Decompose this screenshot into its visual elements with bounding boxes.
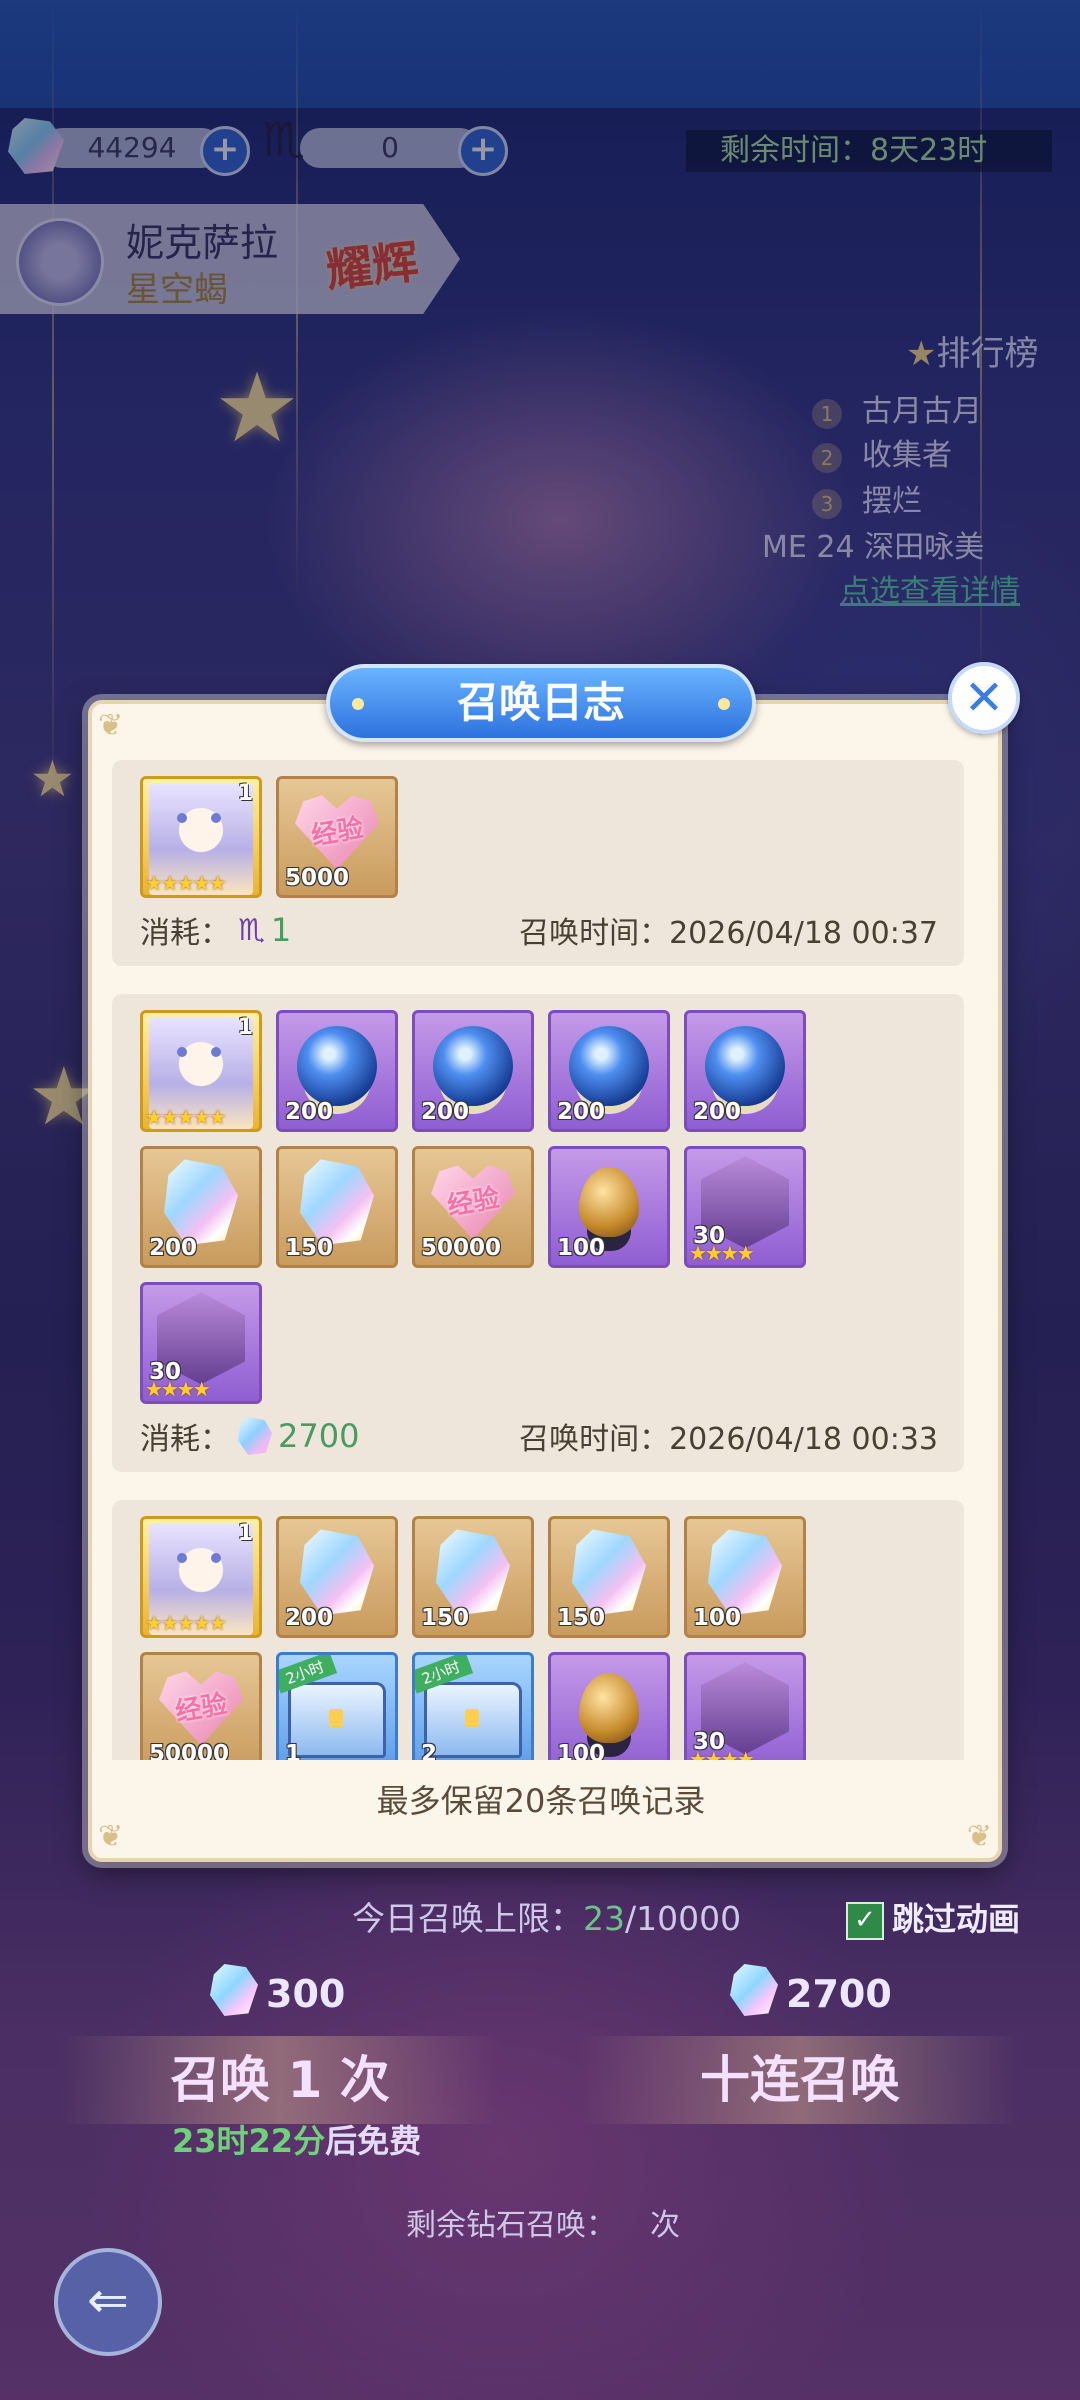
reward-item-crystal[interactable]: 200 (276, 1516, 398, 1638)
item-quantity: 150 (421, 1605, 470, 1631)
reward-item-exp-heart[interactable]: 经验 5000 (276, 776, 398, 898)
diamond-crystal-icon (300, 1159, 374, 1246)
record-footer: 消耗： ♏ 1 召唤时间：2026/04/18 00:37 (140, 908, 944, 952)
summon-time: 召唤时间：2026/04/18 00:37 (519, 916, 938, 951)
reward-item-chest[interactable]: 2小时 2 (412, 1652, 534, 1760)
item-quantity: 100 (557, 1741, 606, 1760)
reward-item-character[interactable]: 1 ★★★★★ (140, 776, 262, 898)
ten-summon-button[interactable]: 十连召唤 (580, 2036, 1020, 2124)
record-footer: 消耗： 2700 召唤时间：2026/04/18 00:33 (140, 1414, 944, 1458)
diamond-crystal-icon (708, 1529, 782, 1616)
summon-record: 1 ★★★★★ 经验 5000 消耗： ♏ 1 召唤时间：2026/04/18 00:37 (112, 760, 964, 966)
corner-ornament: ❦ (98, 708, 124, 743)
star-orb-icon (297, 1026, 377, 1107)
rarity-stars: ★★★★★ (145, 1611, 227, 1635)
reward-item-orb[interactable]: 200 (276, 1010, 398, 1132)
skip-animation-toggle[interactable]: ✓ 跳过动画 (846, 1894, 1020, 1940)
reward-item-crystal[interactable]: 200 (140, 1146, 262, 1268)
diamond-crystal-icon (300, 1529, 374, 1616)
corner-ornament: ❦ (966, 1819, 992, 1854)
back-button[interactable]: ⇐ (54, 2248, 162, 2356)
item-quantity: 1 (285, 1741, 302, 1760)
rarity-stars: ★★★★★ (145, 1105, 227, 1129)
item-quantity: 100 (557, 1235, 606, 1261)
diamond-icon (238, 1417, 272, 1455)
diamond-crystal-icon (164, 1159, 238, 1246)
star-orb-icon (705, 1026, 785, 1107)
cost-value: 1 (270, 911, 292, 949)
egg-icon (579, 1673, 639, 1744)
item-quantity: 200 (557, 1099, 606, 1125)
item-quantity: 30 (693, 1729, 726, 1755)
egg-icon (579, 1167, 639, 1238)
reward-items: 1 ★★★★★ 200 200 200 200 200 150 经验 50000 100 ★★★★ 30… (140, 1010, 940, 1404)
cost-value: 2700 (278, 1417, 360, 1455)
single-summon-button[interactable]: 召唤 1 次 (60, 2036, 500, 2124)
summon-record: 1 ★★★★★ 200 200 200 200 200 150 经验 50000 100 ★★★★ 30… (112, 994, 964, 1472)
item-quantity: 50000 (149, 1741, 230, 1760)
corner-ornament: ❦ (98, 1819, 124, 1854)
daily-summon-limit: 今日召唤上限：23/10000 (352, 1899, 742, 1938)
item-quantity: 200 (421, 1099, 470, 1125)
star-orb-icon (433, 1026, 513, 1107)
reward-item-character[interactable]: 1 ★★★★★ (140, 1516, 262, 1638)
ten-summon-price: 2700 (786, 1972, 892, 2016)
reward-items: 1 ★★★★★ 经验 5000 (140, 776, 940, 898)
scorpion-icon: ♏ (238, 912, 265, 948)
summon-record-list[interactable]: 1 ★★★★★ 经验 5000 消耗： ♏ 1 召唤时间：2026/04/18 00:37 1 ★… (112, 760, 964, 1760)
item-quantity: 200 (149, 1235, 198, 1261)
item-quantity: 30 (149, 1359, 182, 1385)
reward-item-crystal[interactable]: 150 (412, 1516, 534, 1638)
item-count: 1 (237, 781, 253, 806)
summon-record: 1 ★★★★★ 200 150 150 100 经验 50000 2小时 1 2小时 2 100 ★★★★… (112, 1500, 964, 1760)
reward-item-crystal[interactable]: 150 (548, 1516, 670, 1638)
item-quantity: 150 (557, 1605, 606, 1631)
diamond-crystal-icon (572, 1529, 646, 1616)
close-icon: ✕ (963, 670, 1005, 726)
reward-item-orb[interactable]: 200 (412, 1010, 534, 1132)
close-button[interactable]: ✕ (948, 662, 1020, 734)
item-quantity: 2 (421, 1741, 438, 1760)
reward-item-egg[interactable]: 100 (548, 1652, 670, 1760)
item-quantity: 30 (693, 1223, 726, 1249)
reward-item-shard[interactable]: ★★★★ 30 (140, 1282, 262, 1404)
single-summon-price: 300 (266, 1972, 346, 2016)
back-arrow-icon: ⇐ (87, 2271, 129, 2329)
remaining-diamond-summons: 剩余钻石召唤：次 (406, 2208, 680, 2243)
reward-item-character[interactable]: 1 ★★★★★ (140, 1010, 262, 1132)
item-count: 1 (237, 1521, 253, 1546)
treasure-chest-icon (424, 1681, 522, 1758)
item-quantity: 200 (285, 1099, 334, 1125)
checkbox-checked-icon: ✓ (846, 1902, 884, 1940)
reward-item-shard[interactable]: ★★★★ 30 (684, 1652, 806, 1760)
reward-item-exp-heart[interactable]: 经验 50000 (412, 1146, 534, 1268)
item-quantity: 150 (285, 1235, 334, 1261)
record-limit-note: 最多保留20条召唤记录 (376, 1782, 706, 1820)
item-quantity: 50000 (421, 1235, 502, 1261)
diamond-crystal-icon (436, 1529, 510, 1616)
star-orb-icon (569, 1026, 649, 1107)
item-quantity: 100 (693, 1605, 742, 1631)
reward-item-egg[interactable]: 100 (548, 1146, 670, 1268)
dialog-title: 召唤日志 (326, 664, 756, 742)
cost-label: 消耗： (140, 1422, 230, 1457)
reward-item-crystal[interactable]: 150 (276, 1146, 398, 1268)
summon-time: 召唤时间：2026/04/18 00:33 (519, 1422, 938, 1457)
reward-items: 1 ★★★★★ 200 150 150 100 经验 50000 2小时 1 2小时 2 100 ★★★★… (140, 1516, 940, 1760)
reward-item-crystal[interactable]: 100 (684, 1516, 806, 1638)
reward-item-orb[interactable]: 200 (684, 1010, 806, 1132)
item-quantity: 200 (693, 1099, 742, 1125)
item-count: 1 (237, 1015, 253, 1040)
cost-label: 消耗： (140, 916, 230, 951)
reward-item-exp-heart[interactable]: 经验 50000 (140, 1652, 262, 1760)
treasure-chest-icon (288, 1681, 386, 1758)
rarity-stars: ★★★★★ (145, 871, 227, 895)
reward-item-shard[interactable]: ★★★★ 30 (684, 1146, 806, 1268)
item-quantity: 200 (285, 1605, 334, 1631)
reward-item-orb[interactable]: 200 (548, 1010, 670, 1132)
item-quantity: 5000 (285, 865, 350, 891)
reward-item-chest[interactable]: 2小时 1 (276, 1652, 398, 1760)
free-summon-timer: 23时22分后免费 (172, 2122, 422, 2160)
